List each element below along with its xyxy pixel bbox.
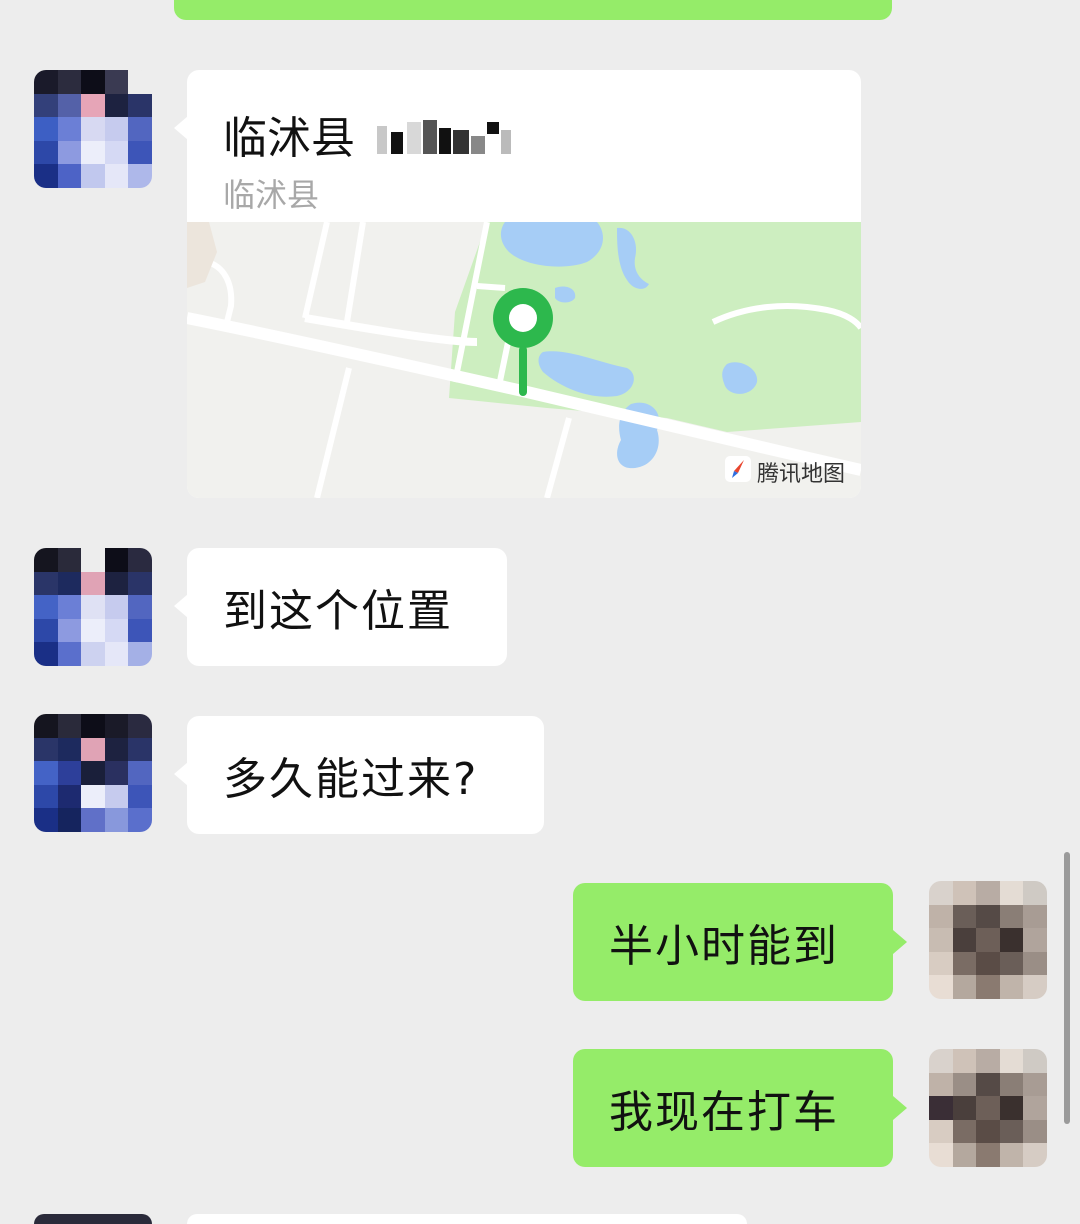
tencent-map-logo-icon [724,456,751,488]
message-bubble[interactable]: 多久能过来? [187,716,544,834]
message-bubble[interactable]: 半小时能到 [573,883,893,1001]
message-text: 我现在打车 [609,1087,839,1138]
contact-avatar[interactable] [34,548,152,666]
map-preview[interactable]: 腾讯地图 [187,221,861,498]
bubble-tail [893,930,907,954]
contact-avatar[interactable] [34,714,152,832]
next-contact-avatar-partial[interactable] [34,1214,152,1224]
chat-scrollbar[interactable] [1064,852,1070,1124]
next-message-bubble-partial[interactable] [187,1214,747,1224]
message-text: 半小时能到 [609,921,839,972]
message-text: 到这个位置 [223,586,453,637]
redacted-address-mosaic [377,116,517,167]
message-bubble[interactable]: 到这个位置 [187,548,507,666]
location-title: 临沭县 [223,102,517,167]
bubble-tail [174,116,188,140]
location-card[interactable]: 临沭县 临沭县 腾讯地图 [187,70,861,498]
message-text: 多久能过来? [223,754,479,805]
contact-avatar[interactable] [34,70,152,188]
map-brand: 腾讯地图 [724,456,845,488]
location-subtitle: 临沭县 [223,176,320,214]
bubble-tail [174,594,188,618]
my-avatar[interactable] [929,881,1047,999]
previous-outgoing-bubble[interactable] [174,0,892,20]
my-avatar[interactable] [929,1049,1047,1167]
bubble-tail [174,762,188,786]
message-bubble[interactable]: 我现在打车 [573,1049,893,1167]
bubble-tail [893,1096,907,1120]
